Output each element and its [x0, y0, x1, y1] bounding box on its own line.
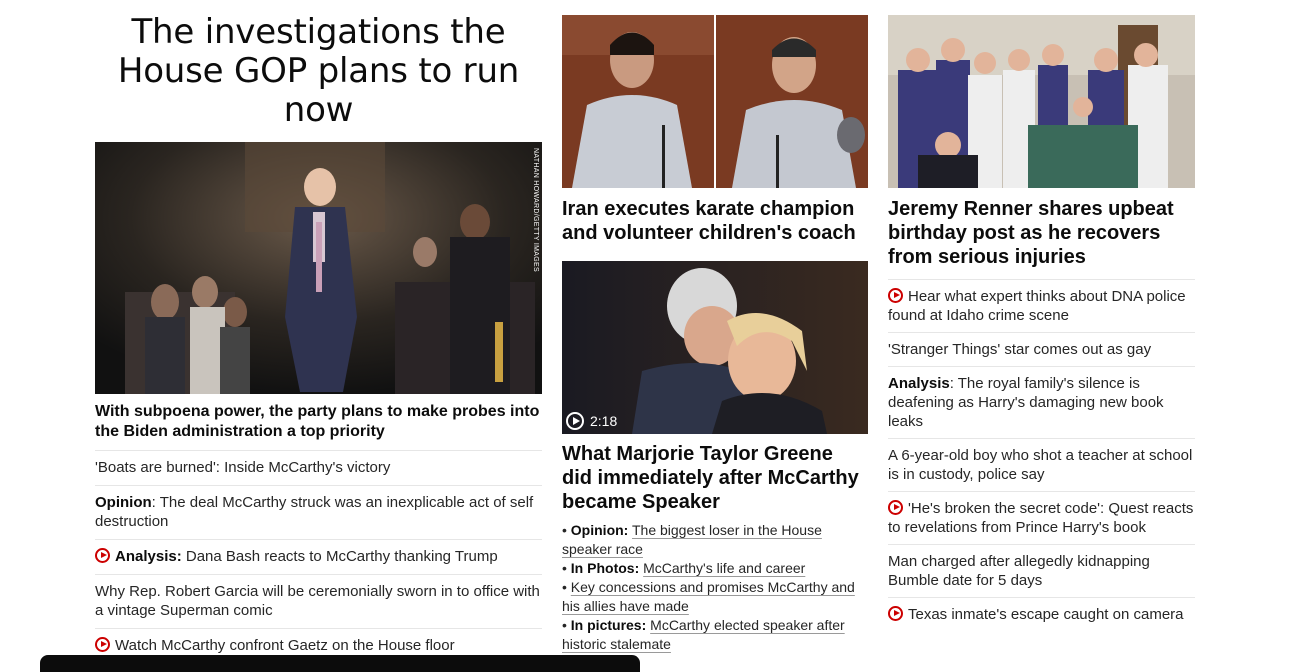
right-column: Jeremy Renner shares upbeat birthday pos… [888, 0, 1195, 631]
link-label: Opinion [95, 494, 152, 511]
renner-story-headline[interactable]: Jeremy Renner shares upbeat birthday pos… [888, 197, 1195, 269]
link-label: Analysis [888, 375, 950, 392]
middle-column: Iran executes karate champion and volunt… [562, 0, 868, 654]
list-item[interactable]: A 6-year-old boy who shot a teacher at s… [888, 439, 1195, 492]
bullet-item[interactable]: • Key concessions and promises McCarthy … [562, 578, 868, 616]
video-duration: 2:18 [590, 413, 618, 429]
list-item[interactable]: Why Rep. Robert Garcia will be ceremonia… [95, 575, 542, 629]
iran-photo-left [562, 15, 714, 188]
renner-photo[interactable] [888, 15, 1195, 188]
link-text[interactable]: Texas inmate's escape caught on camera [908, 606, 1184, 623]
left-link-list: 'Boats are burned': Inside McCarthy's vi… [95, 451, 542, 663]
list-item[interactable]: Man charged after allegedly kidnapping B… [888, 545, 1195, 598]
video-play-icon [95, 548, 110, 563]
iran-photo[interactable] [562, 15, 868, 188]
mtg-video-thumbnail[interactable]: 2:18 [562, 261, 868, 434]
link-text[interactable]: Hear what expert thinks about DNA police… [888, 288, 1186, 324]
link-text[interactable]: Dana Bash reacts to McCarthy thanking Tr… [182, 548, 498, 565]
main-headline[interactable]: The investigations the House GOP plans t… [95, 13, 542, 130]
video-play-icon [888, 606, 903, 621]
iran-photo-right [716, 15, 868, 188]
bullet-link[interactable]: Key concessions and promises McCarthy an… [562, 579, 855, 614]
mccarthy-photo[interactable]: NATHAN HOWARD/GETTY IMAGES [95, 142, 542, 394]
list-item[interactable]: Texas inmate's escape caught on camera [888, 598, 1195, 631]
video-play-icon [888, 500, 903, 515]
bullet-item[interactable]: • In Photos: McCarthy's life and career [562, 559, 868, 578]
left-column: The investigations the House GOP plans t… [95, 0, 542, 663]
link-text[interactable]: 'Stranger Things' star comes out as gay [888, 341, 1151, 358]
link-text[interactable]: Why Rep. Robert Garcia will be ceremonia… [95, 583, 540, 619]
list-item[interactable]: Analysis: Dana Bash reacts to McCarthy t… [95, 540, 542, 575]
mtg-story-headline[interactable]: What Marjorie Taylor Greene did immediat… [562, 442, 868, 514]
iran-photo-left-art [562, 15, 714, 188]
mccarthy-photo-art [95, 142, 542, 394]
bottom-overlay-bar[interactable] [40, 655, 640, 672]
video-duration-badge: 2:18 [566, 412, 617, 430]
link-text[interactable]: 'Boats are burned': Inside McCarthy's vi… [95, 459, 390, 476]
link-text[interactable]: A 6-year-old boy who shot a teacher at s… [888, 447, 1192, 483]
bullet-label: In pictures: [570, 617, 647, 633]
link-text[interactable]: 'He's broken the secret code': Quest rea… [888, 500, 1193, 536]
video-play-icon [888, 288, 903, 303]
iran-story-headline[interactable]: Iran executes karate champion and volunt… [562, 197, 868, 245]
iran-photo-right-art [716, 15, 868, 188]
renner-photo-art [888, 15, 1195, 188]
list-item[interactable]: Hear what expert thinks about DNA police… [888, 280, 1195, 333]
bullet-link[interactable]: McCarthy's life and career [643, 560, 805, 576]
bullet-label: Opinion: [570, 522, 629, 538]
play-icon [566, 412, 584, 430]
bullet-item[interactable]: • Opinion: The biggest loser in the Hous… [562, 521, 868, 559]
link-label: Analysis: [115, 548, 182, 565]
video-play-icon [95, 637, 110, 652]
link-text[interactable]: Man charged after allegedly kidnapping B… [888, 553, 1150, 589]
right-link-list: Hear what expert thinks about DNA police… [888, 279, 1195, 631]
list-item[interactable]: 'Boats are burned': Inside McCarthy's vi… [95, 451, 542, 486]
bullet-label: In Photos: [570, 560, 640, 576]
link-text[interactable]: : The deal McCarthy struck was an inexpl… [95, 494, 533, 530]
list-item[interactable]: Analysis: The royal family's silence is … [888, 367, 1195, 439]
bullet-item[interactable]: • In pictures: McCarthy elected speaker … [562, 616, 868, 654]
mtg-photo-art [562, 261, 868, 434]
photo-credit: NATHAN HOWARD/GETTY IMAGES [532, 148, 539, 272]
lead-story-link[interactable]: With subpoena power, the party plans to … [95, 402, 542, 451]
link-text[interactable]: Watch McCarthy confront Gaetz on the Hou… [115, 637, 455, 654]
middle-bullet-list: • Opinion: The biggest loser in the Hous… [562, 521, 868, 654]
list-item[interactable]: 'He's broken the secret code': Quest rea… [888, 492, 1195, 545]
list-item[interactable]: Opinion: The deal McCarthy struck was an… [95, 486, 542, 540]
list-item[interactable]: 'Stranger Things' star comes out as gay [888, 333, 1195, 367]
